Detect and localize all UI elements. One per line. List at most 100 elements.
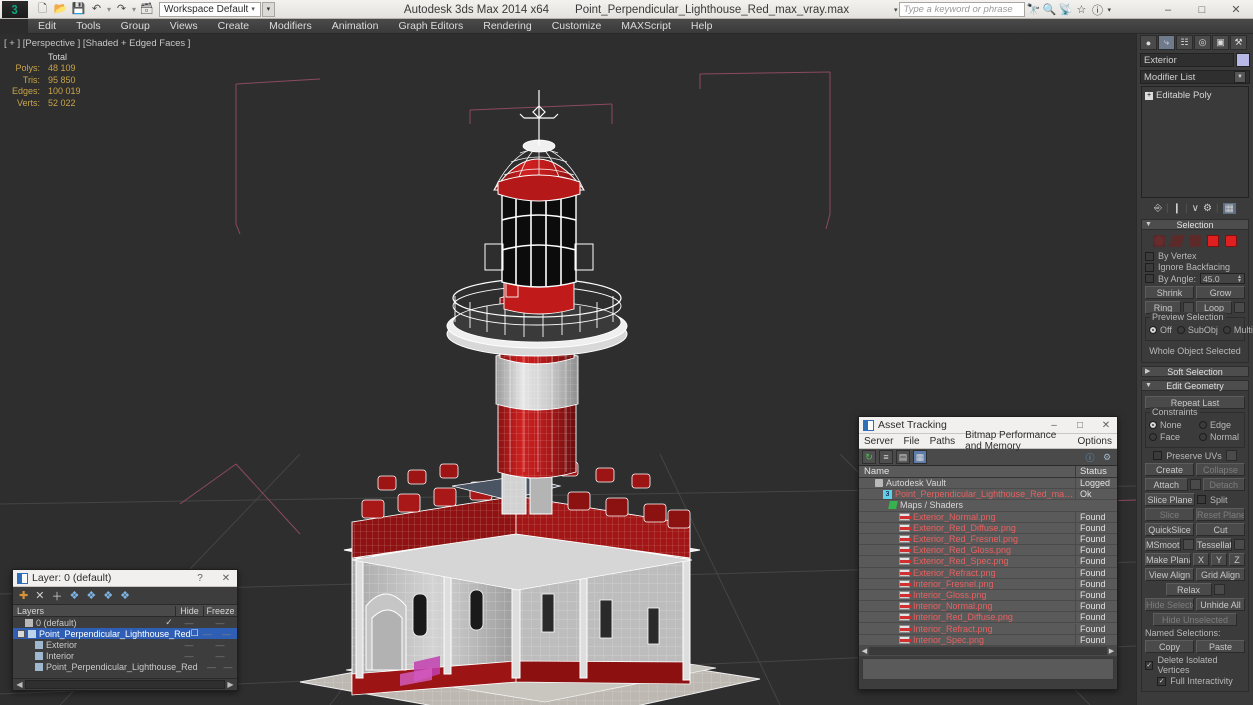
table-row[interactable]: Maps / Shaders <box>859 500 1117 511</box>
attach-button[interactable]: Attach <box>1145 478 1188 491</box>
menu-item-tools[interactable]: Tools <box>66 19 111 34</box>
preview-multi-radio[interactable]: Multi <box>1223 325 1253 335</box>
minimize-button[interactable]: – <box>1043 420 1065 431</box>
about-icon[interactable]: ⚙ <box>1100 450 1114 464</box>
soft-selection-rollout-header[interactable]: ▶ Soft Selection <box>1141 366 1249 377</box>
by-vertex-checkbox[interactable]: By Vertex <box>1145 251 1245 261</box>
preview-off-radio[interactable]: Off <box>1149 325 1172 335</box>
layer-hide-cell[interactable]: — <box>204 662 219 672</box>
layer-freeze-cell[interactable]: — <box>216 629 237 639</box>
modifier-stack[interactable]: + Editable Poly <box>1141 86 1249 198</box>
status-column-header[interactable]: Status <box>1075 466 1117 477</box>
help-icon[interactable]: ⓘ <box>1083 450 1097 464</box>
list-view-icon[interactable]: ≡ <box>879 450 893 464</box>
table-row[interactable]: Exterior_Refract.png Found <box>859 568 1117 579</box>
hierarchy-tab[interactable]: ☷ <box>1176 35 1193 50</box>
hide-selected-button[interactable]: Hide Selected <box>1145 598 1194 611</box>
asset-horizontal-scrollbar[interactable]: ◀ ▶ <box>859 646 1117 656</box>
spinner-arrows-icon[interactable]: ▲▼ <box>1237 275 1242 283</box>
detach-button[interactable]: Detach <box>1203 478 1246 491</box>
make-planar-x-button[interactable]: X <box>1193 553 1209 566</box>
layer-freeze-cell[interactable]: — <box>203 651 237 661</box>
stack-item-editable-poly[interactable]: + Editable Poly <box>1145 90 1245 101</box>
maximize-button[interactable]: □ <box>1185 0 1219 19</box>
menu-item-bitmap-performance[interactable]: Bitmap Performance and Memory <box>960 430 1072 452</box>
refresh-icon[interactable]: ↻ <box>862 450 876 464</box>
asset-tracking-dialog[interactable]: Asset Tracking – □ ✕ Server File Paths B… <box>858 416 1118 690</box>
new-file-icon[interactable]: 🗋 <box>34 1 51 17</box>
menu-item-views[interactable]: Views <box>160 19 208 34</box>
table-row[interactable]: Interior — — <box>13 650 237 661</box>
close-button[interactable]: ✕ <box>1095 420 1117 431</box>
layer-freeze-cell[interactable]: — <box>203 640 237 650</box>
menu-item-edit[interactable]: Edit <box>28 19 66 34</box>
cut-button[interactable]: Cut <box>1196 523 1245 536</box>
menu-item-help[interactable]: Help <box>681 19 723 34</box>
scroll-right-icon[interactable]: ▶ <box>225 680 236 689</box>
highlight-selected-objects-icon[interactable]: ❖ <box>103 589 113 602</box>
edge-subobject-icon[interactable] <box>1169 235 1185 247</box>
msmooth-button[interactable]: MSmooth <box>1145 538 1181 551</box>
help-icon[interactable]: ⓘ <box>1089 2 1105 17</box>
full-interactivity-checkbox[interactable]: ✓ Full Interactivity <box>1145 676 1245 686</box>
object-color-swatch[interactable] <box>1236 53 1250 67</box>
table-row[interactable]: Interior_Refract.png Found <box>859 623 1117 634</box>
collapse-button[interactable]: Collapse <box>1196 463 1245 476</box>
layer-dialog-titlebar[interactable]: Layer: 0 (default) ? ✕ <box>13 570 237 587</box>
scrollbar-track[interactable] <box>869 647 1107 655</box>
search-input[interactable]: Type a keyword or phrase <box>899 2 1025 17</box>
layer-hide-cell[interactable]: — <box>175 651 203 661</box>
msmooth-settings-icon[interactable] <box>1183 539 1194 550</box>
view-align-button[interactable]: View Align <box>1145 568 1194 581</box>
slice-plane-button[interactable]: Slice Plane <box>1145 493 1195 506</box>
search-icon[interactable]: 🔍 <box>1041 2 1057 17</box>
app-logo-icon[interactable]: 3 <box>2 1 28 18</box>
relax-settings-icon[interactable] <box>1214 584 1225 595</box>
thumbnail-view-icon[interactable]: ▤ <box>896 450 910 464</box>
show-end-result-icon[interactable]: ❙ <box>1173 203 1181 214</box>
maximize-button[interactable]: □ <box>1069 420 1091 431</box>
grow-button[interactable]: Grow <box>1196 286 1245 299</box>
select-objects-in-layer-icon[interactable]: ❖ <box>69 589 79 602</box>
layer-active-check[interactable]: ✓ <box>163 617 175 628</box>
shrink-button[interactable]: Shrink <box>1145 286 1194 299</box>
create-tab[interactable]: ● <box>1140 35 1157 50</box>
relax-button[interactable]: Relax <box>1166 583 1212 596</box>
menu-item-graph-editors[interactable]: Graph Editors <box>388 19 473 34</box>
menu-item-options[interactable]: Options <box>1073 436 1117 447</box>
tessellate-button[interactable]: Tessellate <box>1196 538 1232 551</box>
help-dropdown-icon[interactable]: ▾ <box>1105 6 1113 14</box>
viewport-label[interactable]: [ + ] [Perspective ] [Shaded + Edged Fac… <box>4 38 190 49</box>
motion-tab[interactable]: ◎ <box>1194 35 1211 50</box>
scroll-right-icon[interactable]: ▶ <box>1107 647 1116 655</box>
open-file-icon[interactable]: 📂 <box>52 1 69 17</box>
layer-dialog-close-button[interactable]: ✕ <box>215 573 237 584</box>
pin-stack-icon[interactable]: ⎆ <box>1154 203 1162 214</box>
hide-layer-icon[interactable]: ❖ <box>120 589 130 602</box>
table-row[interactable]: Interior_Normal.png Found <box>859 601 1117 612</box>
menu-item-group[interactable]: Group <box>111 19 160 34</box>
delete-layer-icon[interactable]: ✕ <box>35 589 44 602</box>
set-project-folder-icon[interactable]: 🗃 <box>138 1 155 17</box>
undo-dropdown-icon[interactable]: ▾ <box>106 5 112 14</box>
paste-button[interactable]: Paste <box>1196 640 1245 653</box>
polygon-subobject-icon[interactable] <box>1207 235 1219 247</box>
satellite-icon[interactable]: 📡 <box>1057 2 1073 17</box>
constraint-none-radio[interactable]: None <box>1149 420 1191 430</box>
scrollbar-track[interactable] <box>25 680 225 689</box>
utilities-tab[interactable]: ⚒ <box>1230 35 1247 50</box>
add-selection-to-layer-icon[interactable]: ＋ <box>51 588 62 604</box>
table-row[interactable]: Autodesk Vault Logged <box>859 478 1117 489</box>
redo-icon[interactable]: ↷ <box>113 1 130 17</box>
modifier-list-dropdown[interactable]: Modifier List ▼ <box>1140 70 1250 84</box>
table-row[interactable]: Exterior_Red_Spec.png Found <box>859 556 1117 567</box>
table-row[interactable]: Point_Perpendicular_Lighthouse_Red ☐ — — <box>13 628 237 639</box>
table-row[interactable]: 0 (default) ✓ — — <box>13 617 237 628</box>
name-column-header[interactable]: Name <box>859 466 1075 477</box>
copy-button[interactable]: Copy <box>1145 640 1194 653</box>
table-row[interactable]: Interior_Spec.png Found <box>859 635 1117 646</box>
layer-freeze-cell[interactable]: — <box>219 662 237 672</box>
layer-freeze-cell[interactable]: — <box>203 618 237 628</box>
hide-unselected-button[interactable]: Hide Unselected <box>1153 613 1237 626</box>
attach-settings-icon[interactable] <box>1190 479 1201 490</box>
